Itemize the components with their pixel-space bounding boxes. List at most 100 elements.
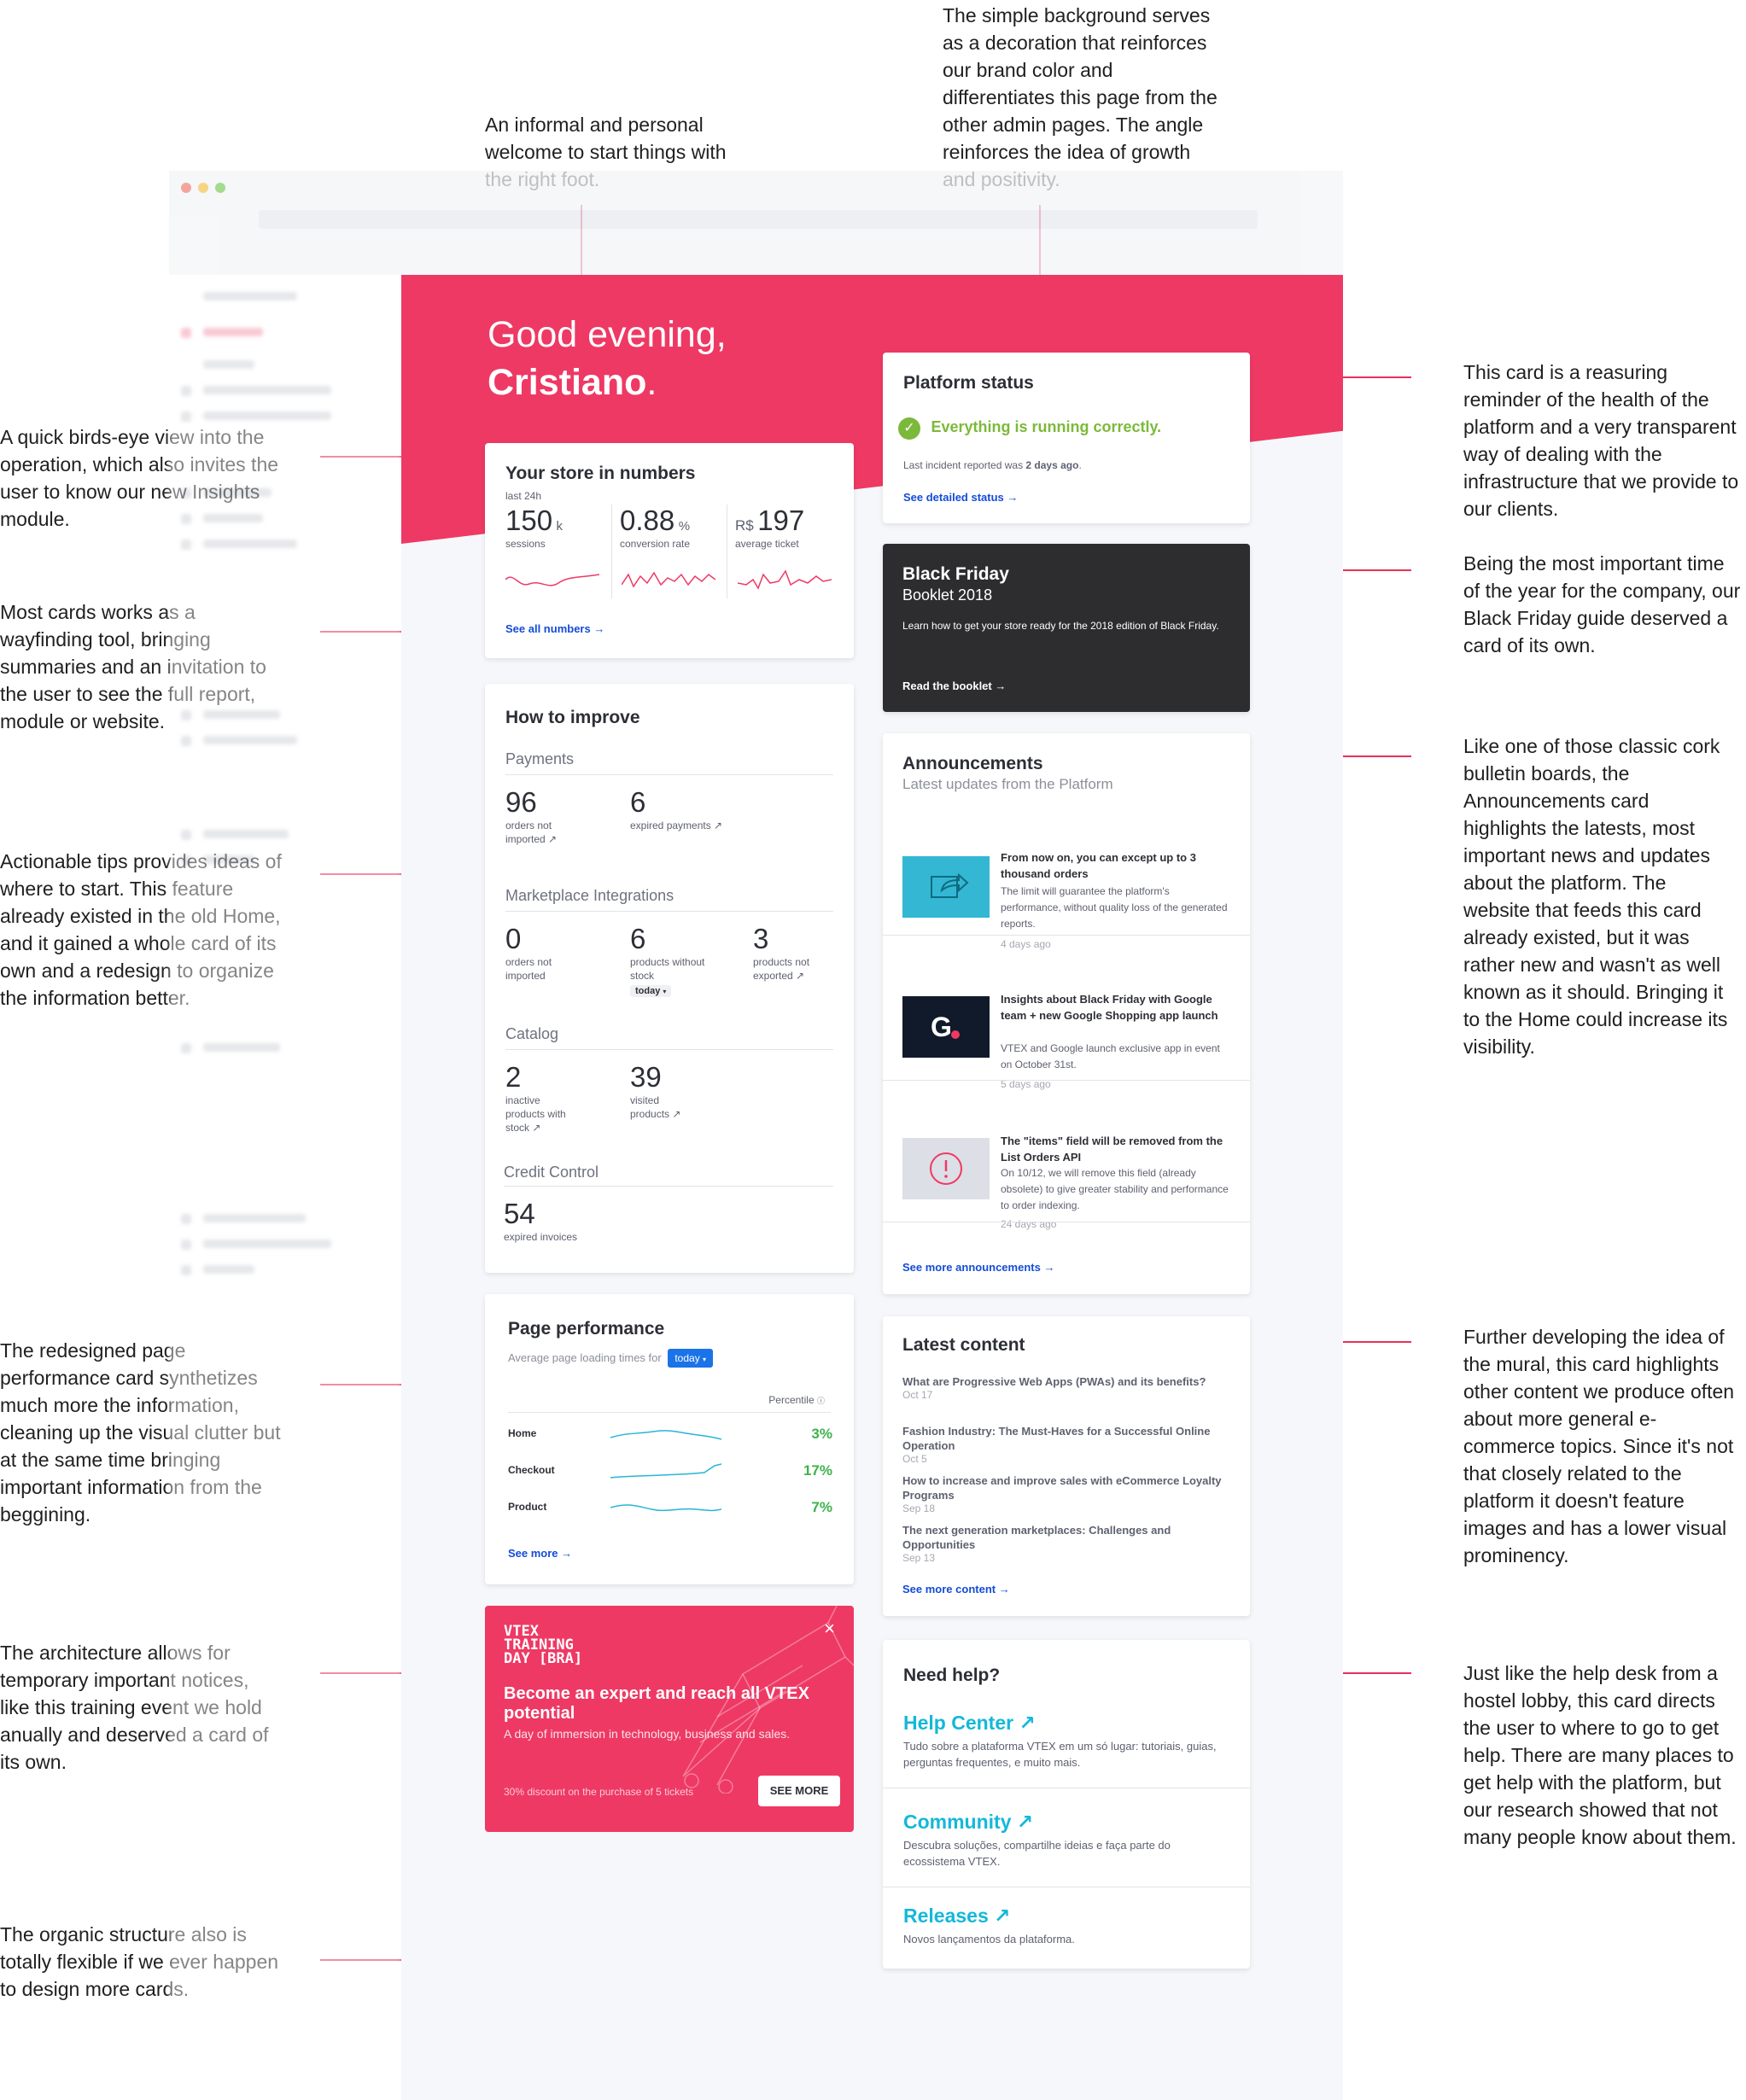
- google-g-icon: G: [931, 1012, 960, 1042]
- announcements-title: Announcements: [902, 754, 1043, 773]
- content-date: Oct 5: [902, 1453, 927, 1465]
- sidebar-placeholder-icon: [181, 736, 191, 746]
- tip-label: products without stock: [630, 956, 705, 982]
- metric-ticket-currency: R$: [735, 517, 754, 534]
- content-item[interactable]: What are Progressive Web Apps (PWAs) and…: [902, 1374, 1227, 1401]
- payments-heading: Payments: [505, 750, 575, 767]
- annotation-need-help: Just like the help desk from a hostel lo…: [1463, 1662, 1737, 1848]
- help-center-link[interactable]: Help Center ↗: [903, 1712, 1228, 1735]
- sidebar-placeholder-icon: [181, 1214, 191, 1224]
- metric-conversion-label: conversion rate: [620, 538, 691, 550]
- perf-line-home: [610, 1430, 721, 1440]
- sidebar-placeholder: [203, 386, 331, 394]
- metric-sessions: 150 k sessions: [505, 505, 563, 551]
- metric-ticket-label: average ticket: [735, 538, 799, 550]
- section-divider: [504, 1186, 833, 1187]
- last-incident: Last incident reported was 2 days ago.: [903, 458, 1082, 472]
- see-more-announcements-link[interactable]: See more announcements →: [902, 1261, 1054, 1274]
- help-item[interactable]: Releases ↗ Novos lançamentos da platafor…: [903, 1905, 1228, 1947]
- content-item[interactable]: Fashion Industry: The Must-Haves for a S…: [902, 1424, 1227, 1465]
- read-booklet-link[interactable]: Read the booklet →: [902, 680, 1006, 692]
- sidebar-placeholder-icon: [181, 540, 191, 550]
- tip-visited-products[interactable]: 39 visited products ↗: [630, 1061, 733, 1121]
- faded-sidebar: [169, 275, 401, 2100]
- tip-products-without-stock: 6 products without stock today ▾: [630, 923, 733, 998]
- content-title: Fashion Industry: The Must-Haves for a S…: [902, 1425, 1211, 1452]
- announcement-body: The limit will guarantee the platform's …: [1001, 885, 1228, 930]
- metric-ticket: R$ 197 average ticket: [735, 505, 804, 551]
- tip-products-not-exported[interactable]: 3 products not exported ↗: [753, 923, 838, 983]
- section-divider: [505, 911, 833, 912]
- training-discount: 30% discount on the purchase of 5 ticket…: [504, 1786, 694, 1798]
- community-link[interactable]: Community ↗: [903, 1811, 1228, 1834]
- tip-label: orders not imported: [505, 956, 552, 982]
- tip-orders-not-imported[interactable]: 96 orders not imported ↗: [505, 786, 608, 846]
- see-more-content-link[interactable]: See more content →: [902, 1583, 1010, 1595]
- announcement-thumb: [902, 1138, 990, 1199]
- annotation-announcements: Like one of those classic cork bulletin …: [1463, 735, 1728, 1058]
- training-close-icon[interactable]: ×: [824, 1618, 835, 1640]
- announcement-date: 4 days ago: [1001, 938, 1051, 950]
- see-all-numbers-link[interactable]: See all numbers →: [505, 622, 604, 635]
- sidebar-placeholder-icon: [181, 411, 191, 422]
- perf-row-percent: 3%: [811, 1426, 832, 1442]
- see-more-performance-link[interactable]: See more →: [508, 1547, 572, 1560]
- sidebar-placeholder-icon: [181, 1240, 191, 1250]
- announcement-divider: [883, 935, 1250, 936]
- announcement-date: 24 days ago: [1001, 1218, 1057, 1230]
- see-detailed-status-link[interactable]: See detailed status →: [903, 491, 1018, 504]
- training-see-more-button[interactable]: SEE MORE: [758, 1776, 840, 1806]
- announcement-title: Insights about Black Friday with Google …: [1001, 993, 1218, 1022]
- sidebar-placeholder-icon: [181, 710, 191, 720]
- user-name: Cristiano: [488, 362, 647, 403]
- perf-line-product: [610, 1504, 721, 1512]
- perf-row-checkout: Checkout 17%: [508, 1455, 832, 1490]
- tip-label: products not exported ↗: [753, 956, 810, 982]
- browser-chrome: [169, 171, 1343, 275]
- tip-inactive-products[interactable]: 2 inactive products with stock ↗: [505, 1061, 608, 1135]
- metric-sessions-value: 150: [505, 505, 553, 536]
- tip-value: 39: [630, 1061, 662, 1093]
- sidebar-placeholder: [203, 328, 263, 336]
- tip-label: expired payments ↗: [630, 820, 723, 831]
- store-numbers-period: last 24h: [505, 490, 542, 502]
- sidebar-placeholder-icon: [181, 1265, 191, 1275]
- annotation-latest-content: Further developing the idea of the mural…: [1463, 1326, 1735, 1566]
- sidebar-placeholder: [203, 710, 280, 719]
- last-incident-value: 2 days ago: [1025, 459, 1079, 471]
- sidebar-placeholder: [203, 1214, 306, 1222]
- share-icon: [931, 872, 969, 898]
- help-item[interactable]: Help Center ↗ Tudo sobre a plataforma VT…: [903, 1712, 1228, 1770]
- announcement-item[interactable]: From now on, you can except up to 3 thou…: [883, 812, 1250, 954]
- perf-period-select-value: today: [674, 1352, 700, 1364]
- announcement-body: VTEX and Google launch exclusive app in …: [1001, 1042, 1220, 1070]
- content-item[interactable]: The next generation marketplaces: Challe…: [902, 1523, 1227, 1564]
- releases-link[interactable]: Releases ↗: [903, 1905, 1228, 1928]
- greeting: Good evening, Cristiano.: [488, 311, 727, 406]
- announcement-item[interactable]: G Insights about Black Friday with Googl…: [883, 954, 1250, 1095]
- metric-sessions-unit: k: [556, 519, 564, 534]
- help-item[interactable]: Community ↗ Descubra soluções, compartil…: [903, 1811, 1228, 1870]
- tip-value: 0: [505, 923, 522, 954]
- announcement-item[interactable]: The "items" field will be removed from t…: [883, 1095, 1250, 1237]
- sparkline-ticket: [738, 569, 832, 590]
- sidebar-placeholder: [203, 360, 254, 369]
- chevron-down-icon: ▾: [703, 1356, 707, 1363]
- content-item[interactable]: How to increase and improve sales with e…: [902, 1473, 1227, 1514]
- greeting-line: Good evening,: [488, 314, 727, 355]
- content-date: Sep 18: [902, 1502, 936, 1514]
- tip-expired-payments[interactable]: 6 expired payments ↗: [630, 786, 750, 832]
- sidebar-placeholder: [203, 736, 297, 744]
- period-select[interactable]: today ▾: [630, 985, 672, 997]
- annotation-platform-status: This card is a reasuring reminder of the…: [1463, 361, 1739, 520]
- address-bar: [259, 210, 1258, 229]
- sidebar-placeholder: [203, 488, 272, 497]
- tip-label: visited products ↗: [630, 1094, 681, 1120]
- content-date: Sep 13: [902, 1552, 936, 1564]
- last-incident-suffix: .: [1078, 459, 1082, 471]
- perf-period-select[interactable]: today ▾: [668, 1349, 714, 1368]
- help-desc: Descubra soluções, compartilhe ideias e …: [903, 1839, 1171, 1868]
- sidebar-placeholder-icon: [181, 855, 191, 866]
- sidebar-placeholder: [203, 830, 289, 838]
- tip-value: 6: [630, 786, 646, 818]
